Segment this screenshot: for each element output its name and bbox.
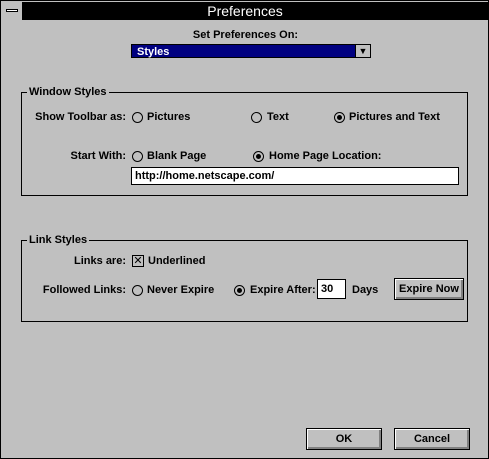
expire-after-label[interactable]: Expire After:	[250, 284, 316, 296]
never-expire-radio[interactable]	[132, 285, 143, 296]
preferences-window: Preferences Set Preferences On: Styles ▼…	[0, 0, 489, 459]
link-styles-legend: Link Styles	[27, 234, 90, 246]
underlined-label[interactable]: Underlined	[148, 255, 205, 267]
dropdown-arrow-icon[interactable]: ▼	[355, 45, 370, 57]
days-label: Days	[352, 284, 379, 296]
cancel-button[interactable]: Cancel	[394, 428, 470, 450]
start-home-page-radio[interactable]	[253, 151, 264, 162]
start-blank-page-radio[interactable]	[132, 151, 143, 162]
links-are-label: Links are:	[74, 255, 126, 267]
expire-after-radio[interactable]	[234, 285, 245, 296]
toolbar-pictures-radio[interactable]	[132, 112, 143, 123]
title-bar[interactable]: Preferences	[2, 2, 488, 20]
window-title: Preferences	[207, 3, 283, 19]
toolbar-text-radio[interactable]	[251, 112, 262, 123]
expire-now-button[interactable]: Expire Now	[394, 278, 464, 300]
start-with-label: Start With:	[70, 150, 126, 162]
set-preferences-label: Set Preferences On:	[192, 29, 299, 41]
toolbar-text-label[interactable]: Text	[267, 111, 289, 123]
start-home-page-label[interactable]: Home Page Location:	[269, 150, 381, 162]
set-preferences-value: Styles	[137, 46, 170, 58]
set-preferences-dropdown[interactable]: Styles ▼	[131, 44, 371, 58]
expire-days-input[interactable]: 30	[317, 279, 346, 299]
never-expire-label[interactable]: Never Expire	[147, 284, 214, 296]
ok-button[interactable]: OK	[306, 428, 382, 450]
toolbar-pictures-and-text-radio[interactable]	[334, 112, 345, 123]
followed-links-label: Followed Links:	[42, 284, 126, 296]
start-blank-page-label[interactable]: Blank Page	[147, 150, 206, 162]
window-styles-legend: Window Styles	[27, 86, 109, 98]
underlined-checkbox[interactable]: ✕	[132, 255, 144, 267]
home-page-url-field[interactable]: http://home.netscape.com/	[131, 167, 459, 185]
toolbar-pictures-and-text-label[interactable]: Pictures and Text	[349, 111, 440, 123]
toolbar-label: Show Toolbar as:	[35, 111, 126, 123]
toolbar-pictures-label[interactable]: Pictures	[147, 111, 190, 123]
